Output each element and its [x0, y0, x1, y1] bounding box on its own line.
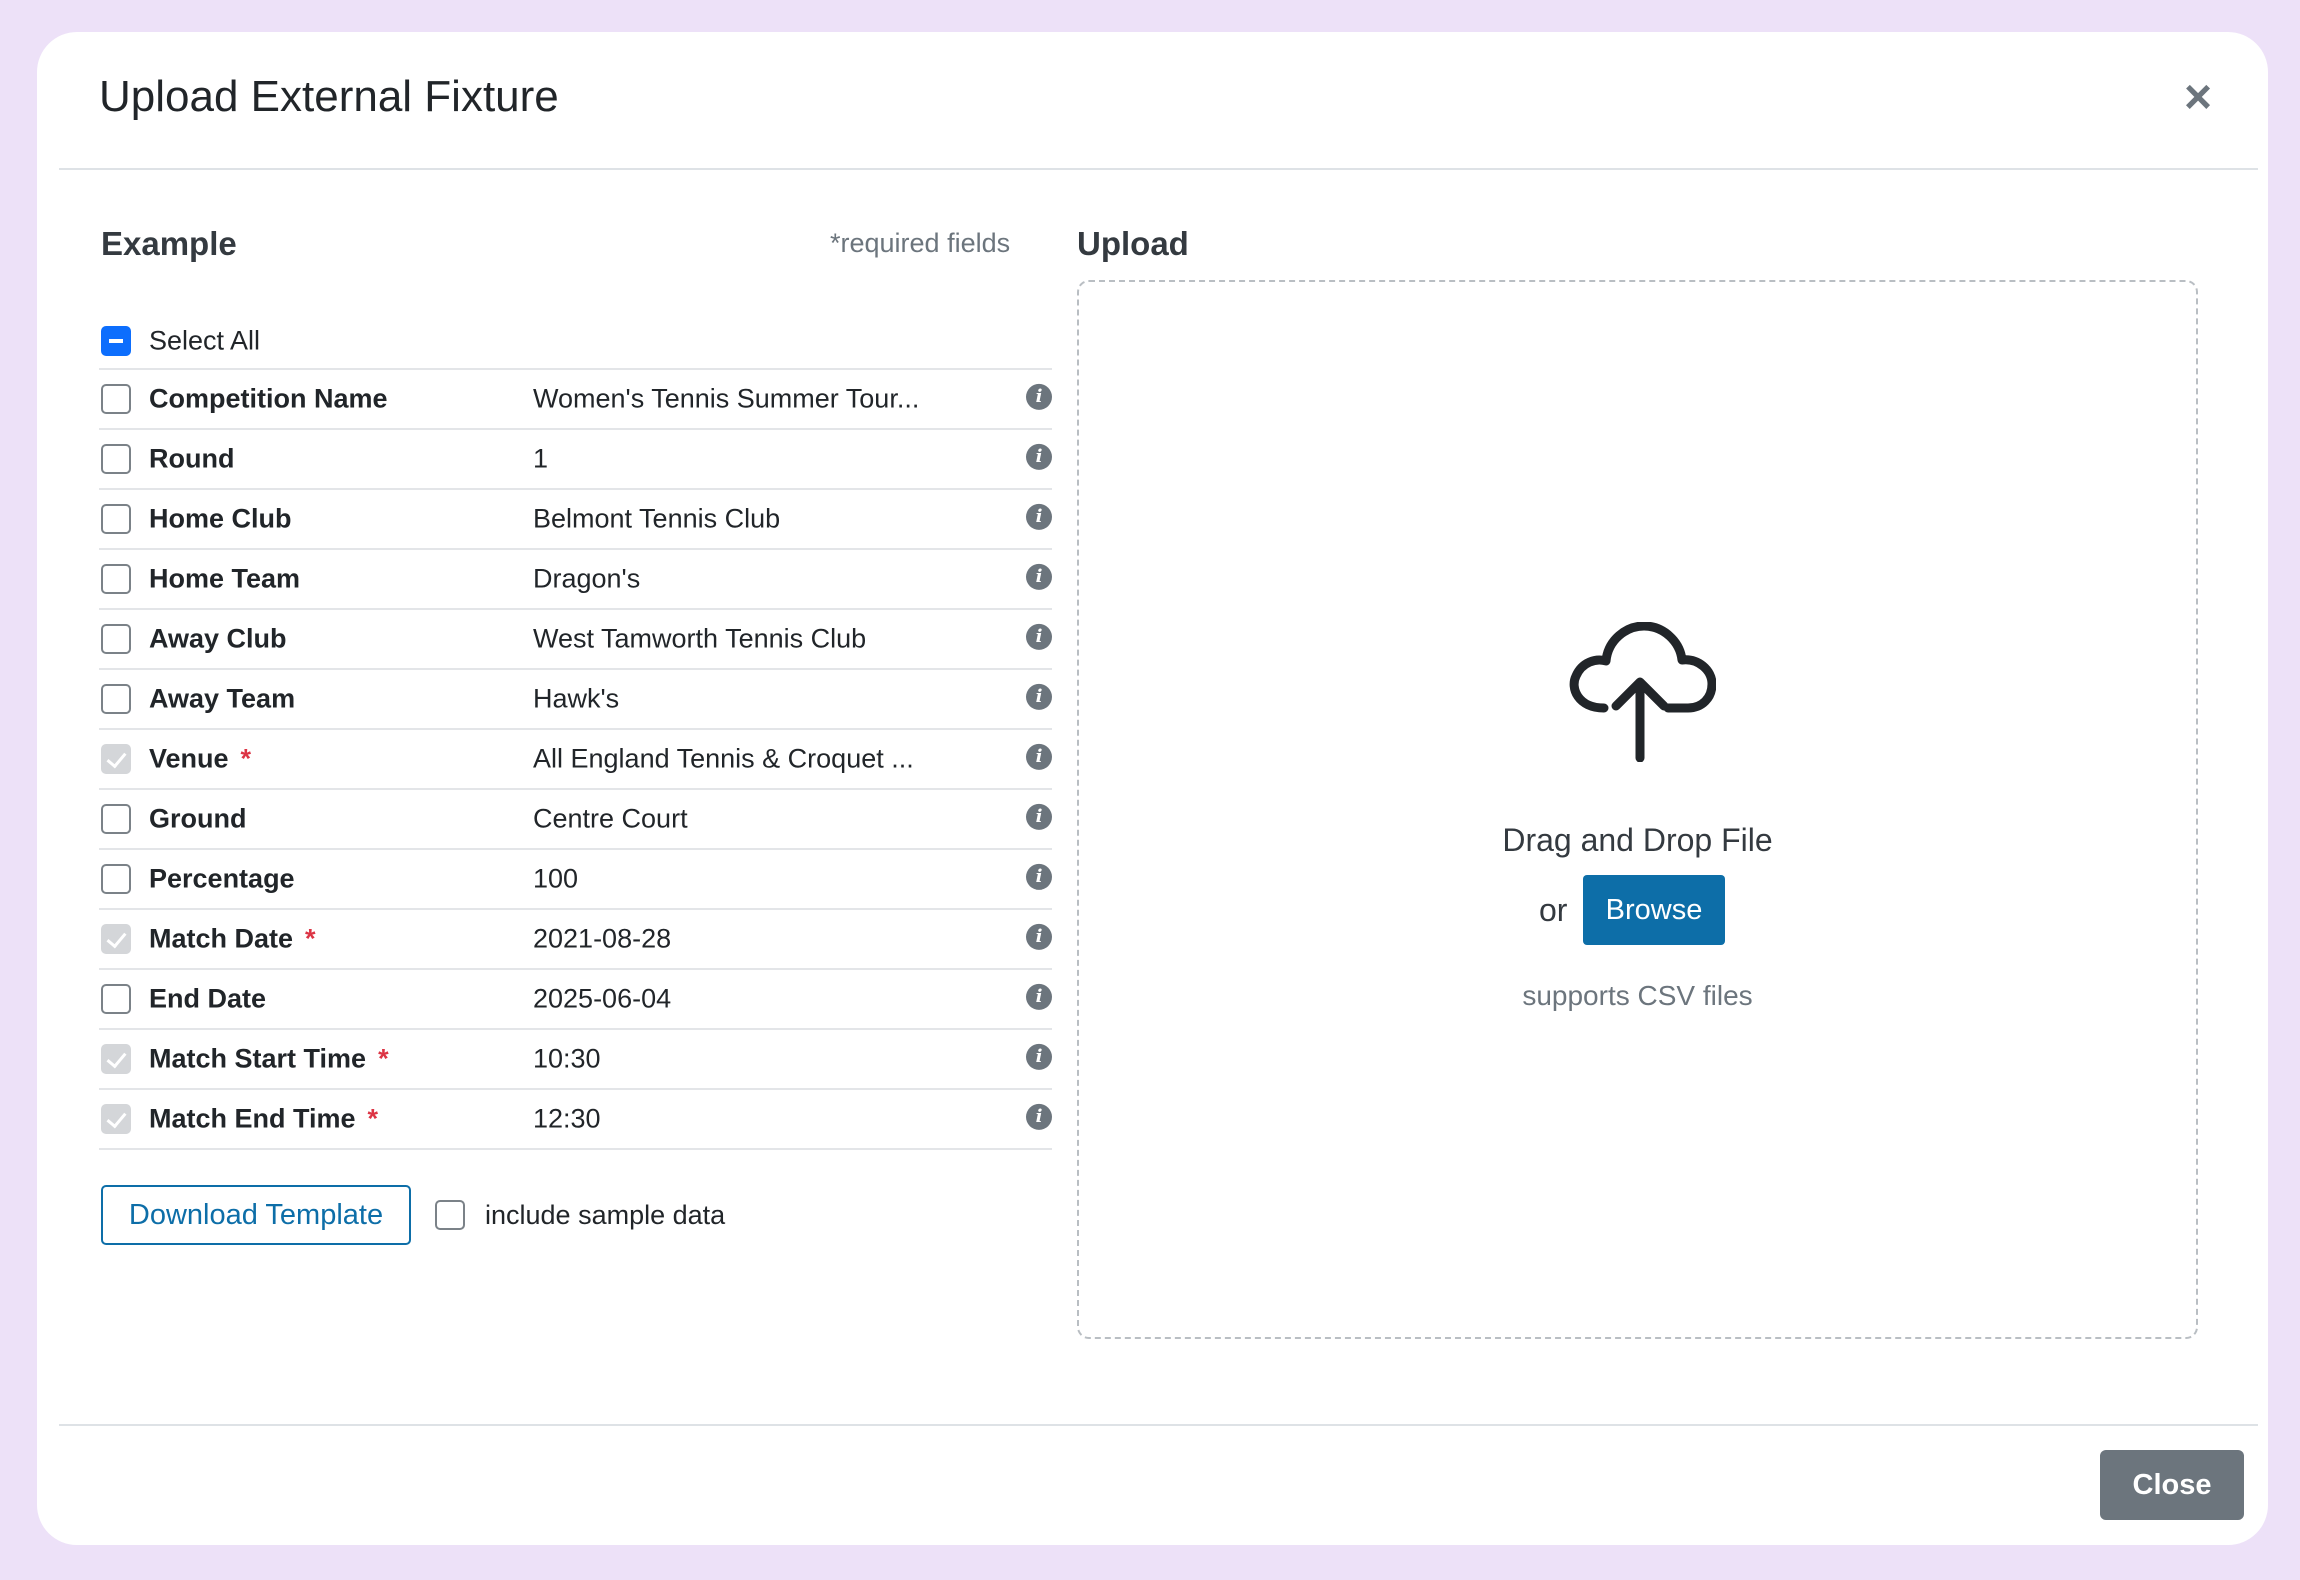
field-label: Percentage: [149, 863, 295, 894]
field-checkbox[interactable]: [101, 504, 131, 534]
info-icon[interactable]: i: [1026, 443, 1052, 470]
info-icon[interactable]: i: [1026, 863, 1052, 890]
field-example-value: West Tamworth Tennis Club: [533, 623, 867, 654]
field-checkbox[interactable]: [101, 564, 131, 594]
field-row[interactable]: Match Date * 2021-08-28 i: [99, 910, 1052, 970]
field-example-value: 100: [533, 863, 579, 894]
modal-title: Upload External Fixture: [99, 72, 559, 121]
upload-title: Upload: [1077, 225, 1189, 262]
download-template-button[interactable]: Download Template: [101, 1185, 411, 1245]
field-label: Home Team: [149, 563, 301, 594]
info-icon[interactable]: i: [1026, 623, 1052, 650]
field-example-value: Dragon's: [533, 563, 641, 594]
info-icon[interactable]: i: [1026, 923, 1052, 950]
field-list: Select All Competition Name Women's Tenni…: [99, 314, 1052, 1150]
field-example-value: Women's Tennis Summer Tour...: [533, 383, 920, 414]
field-example-value: 2025-06-04: [533, 983, 672, 1014]
field-label: Away Team: [149, 683, 296, 714]
field-checkbox: [101, 924, 131, 954]
include-sample-data-label: include sample data: [485, 1200, 726, 1230]
field-row[interactable]: Home Team Dragon's i: [99, 550, 1052, 610]
field-checkbox: [101, 1104, 131, 1134]
field-label: Round: [149, 443, 235, 474]
field-checkbox: [101, 1044, 131, 1074]
info-icon[interactable]: i: [1026, 743, 1052, 770]
info-icon[interactable]: i: [1026, 1043, 1052, 1070]
field-checkbox[interactable]: [101, 684, 131, 714]
required-marker: *: [305, 923, 316, 954]
field-label: End Date: [149, 983, 267, 1014]
file-dropzone[interactable]: Drag and Drop File or Browse supports CS…: [1077, 280, 2198, 1339]
required-marker: *: [378, 1043, 389, 1074]
field-example-value: 2021-08-28: [533, 923, 672, 954]
field-checkbox[interactable]: [101, 984, 131, 1014]
field-row[interactable]: Match Start Time * 10:30 i: [99, 1030, 1052, 1090]
field-example-value: 1: [533, 443, 549, 474]
upload-fixture-modal: Upload External Fixture × Example *requi…: [37, 32, 2268, 1545]
include-sample-data-checkbox[interactable]: [435, 1200, 465, 1230]
info-icon[interactable]: i: [1026, 1103, 1052, 1130]
field-row[interactable]: Match End Time * 12:30 i: [99, 1090, 1052, 1150]
field-row[interactable]: Away Club West Tamworth Tennis Club i: [99, 610, 1052, 670]
field-row[interactable]: Venue * All England Tennis & Croquet ... i: [99, 730, 1052, 790]
close-button[interactable]: Close: [2100, 1450, 2244, 1520]
close-icon[interactable]: ×: [2178, 74, 2218, 122]
field-example-value: Hawk's: [533, 683, 620, 714]
field-label: Match Date *: [149, 923, 316, 954]
info-icon[interactable]: i: [1026, 563, 1052, 590]
cloud-upload-icon: [1569, 622, 1716, 762]
field-checkbox[interactable]: [101, 804, 131, 834]
field-label: Match End Time *: [149, 1103, 379, 1134]
required-marker: *: [367, 1103, 379, 1134]
field-row[interactable]: Competition Name Women's Tennis Summer To…: [99, 370, 1052, 430]
field-label: Home Club: [149, 503, 292, 534]
info-icon[interactable]: i: [1026, 983, 1052, 1010]
field-row[interactable]: Ground Centre Court i: [99, 790, 1052, 850]
browse-button[interactable]: Browse: [1583, 875, 1725, 945]
field-checkbox[interactable]: [101, 384, 131, 414]
or-text: or: [1539, 892, 1568, 928]
modal-header: Upload External Fixture ×: [59, 32, 2258, 170]
example-title: Example: [101, 225, 237, 262]
supported-formats-text: supports CSV files: [1522, 980, 1753, 1011]
select-all-row[interactable]: Select All: [99, 314, 1052, 370]
select-all-label: Select All: [149, 325, 261, 356]
field-checkbox[interactable]: [101, 444, 131, 474]
field-label: Competition Name: [149, 383, 388, 414]
required-marker: *: [240, 743, 252, 774]
field-example-value: All England Tennis & Croquet ...: [533, 743, 914, 774]
required-fields-note: *required fields: [830, 228, 1011, 258]
info-icon[interactable]: i: [1026, 383, 1052, 410]
field-label: Ground: [149, 803, 247, 834]
info-icon[interactable]: i: [1026, 803, 1052, 830]
field-label: Away Club: [149, 623, 287, 654]
field-checkbox: [101, 744, 131, 774]
field-example-value: Centre Court: [533, 803, 688, 834]
field-row[interactable]: End Date 2025-06-04 i: [99, 970, 1052, 1030]
field-label: Venue *: [149, 743, 252, 774]
field-row[interactable]: Away Team Hawk's i: [99, 670, 1052, 730]
field-row[interactable]: Home Club Belmont Tennis Club i: [99, 490, 1052, 550]
field-row[interactable]: Round 1 i: [99, 430, 1052, 490]
field-label: Match Start Time *: [149, 1043, 389, 1074]
field-example-value: Belmont Tennis Club: [533, 503, 781, 534]
field-checkbox[interactable]: [101, 624, 131, 654]
field-example-value: 12:30: [533, 1103, 601, 1134]
field-example-value: 10:30: [533, 1043, 601, 1074]
info-icon[interactable]: i: [1026, 683, 1052, 710]
info-icon[interactable]: i: [1026, 503, 1052, 530]
field-checkbox[interactable]: [101, 864, 131, 894]
select-all-checkbox[interactable]: [101, 326, 131, 356]
field-row[interactable]: Percentage 100 i: [99, 850, 1052, 910]
drag-drop-text: Drag and Drop File: [1502, 822, 1773, 858]
modal-footer: [59, 1424, 2258, 1426]
